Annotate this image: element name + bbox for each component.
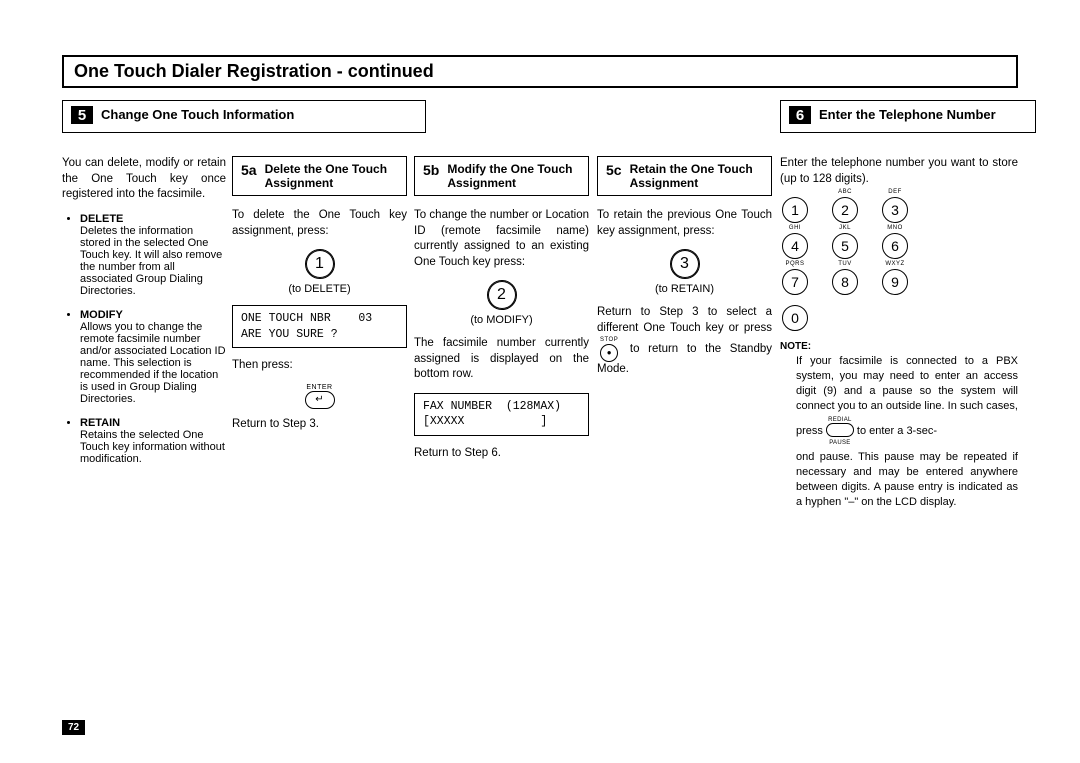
col-5b: 5b Modify the One Touch Assignment To ch… bbox=[414, 156, 589, 471]
content-columns: 5 Change One Touch Information 6 Enter t… bbox=[62, 100, 1018, 740]
key-1-label: (to DELETE) bbox=[232, 283, 407, 295]
step6-intro: Enter the telephone number you want to s… bbox=[780, 156, 1018, 187]
step5c-p1: To retain the previous One Touch key ass… bbox=[597, 208, 772, 239]
key-2-icon: 2 bbox=[487, 280, 517, 310]
keypad-key-6: MNO6 bbox=[882, 233, 908, 259]
step5-intro: You can delete, modify or retain the One… bbox=[62, 156, 226, 203]
step5a-p1: To delete the One Touch key assignment, … bbox=[232, 208, 407, 239]
step5-title: Change One Touch Information bbox=[101, 106, 294, 122]
step5a-header: 5a Delete the One Touch Assignment bbox=[232, 156, 407, 196]
enter-key-icon: ENTER ↵ bbox=[232, 384, 407, 409]
step5a-thenpress: Then press: bbox=[232, 358, 407, 374]
key-1-icon: 1 bbox=[305, 249, 335, 279]
col-5a: 5a Delete the One Touch Assignment To de… bbox=[232, 156, 407, 442]
key-2-label: (to MODIFY) bbox=[414, 314, 589, 326]
note-heading: NOTE: bbox=[780, 341, 1018, 352]
page-title: One Touch Dialer Registration - continue… bbox=[62, 55, 1018, 88]
step5c-p2: Return to Step 3 to select a different O… bbox=[597, 305, 772, 378]
keypad-icon: 1 ABC2 DEF3 GHI4 JKL5 MNO6 PQRS7 TUV8 WX… bbox=[782, 197, 1018, 331]
step5a-return: Return to Step 3. bbox=[232, 417, 407, 433]
lcd-5a: ONE TOUCH NBR 03 ARE YOU SURE ? bbox=[232, 305, 407, 348]
keypad-key-9: WXYZ9 bbox=[882, 269, 908, 295]
def-modify: MODIFY Allows you to change the remote f… bbox=[80, 309, 226, 405]
keypad-key-4: GHI4 bbox=[782, 233, 808, 259]
col-step6: Enter the telephone number you want to s… bbox=[780, 156, 1018, 510]
keypad-key-2: ABC2 bbox=[832, 197, 858, 223]
keypad-key-7: PQRS7 bbox=[782, 269, 808, 295]
stop-key-icon: STOP bbox=[600, 336, 618, 362]
col-5c: 5c Retain the One Touch Assignment To re… bbox=[597, 156, 772, 388]
key-3-icon: 3 bbox=[670, 249, 700, 279]
keypad-key-5: JKL5 bbox=[832, 233, 858, 259]
step5b-header: 5b Modify the One Touch Assignment bbox=[414, 156, 589, 196]
keypad-key-1: 1 bbox=[782, 197, 808, 223]
lcd-5b: FAX NUMBER (128MAX) [XXXXX ] bbox=[414, 393, 589, 436]
step5b-p2: The facsimile number currently assigned … bbox=[414, 336, 589, 383]
step5c-header: 5c Retain the One Touch Assignment bbox=[597, 156, 772, 196]
col-definitions: You can delete, modify or retain the One… bbox=[62, 156, 226, 477]
page-number: 72 bbox=[62, 720, 85, 735]
step5b-return: Return to Step 6. bbox=[414, 446, 589, 462]
note-body: If your facsimile is connected to a PBX … bbox=[780, 354, 1018, 510]
step6-number: 6 bbox=[789, 106, 811, 124]
step5b-p1: To change the number or Location ID (rem… bbox=[414, 208, 589, 270]
step5-header: 5 Change One Touch Information bbox=[62, 100, 426, 133]
step5-number: 5 bbox=[71, 106, 93, 124]
definition-list: DELETE Deletes the information stored in… bbox=[62, 213, 226, 465]
step6-title: Enter the Telephone Number bbox=[819, 106, 996, 122]
manual-page: One Touch Dialer Registration - continue… bbox=[0, 0, 1080, 763]
keypad-key-0: 0 bbox=[782, 305, 808, 331]
redial-pause-key-icon: REDIAL PAUSE bbox=[826, 417, 854, 446]
keypad-key-8: TUV8 bbox=[832, 269, 858, 295]
step6-header: 6 Enter the Telephone Number bbox=[780, 100, 1036, 133]
def-delete: DELETE Deletes the information stored in… bbox=[80, 213, 226, 297]
key-3-label: (to RETAIN) bbox=[597, 283, 772, 295]
def-retain: RETAIN Retains the selected One Touch ke… bbox=[80, 417, 226, 465]
keypad-key-3: DEF3 bbox=[882, 197, 908, 223]
